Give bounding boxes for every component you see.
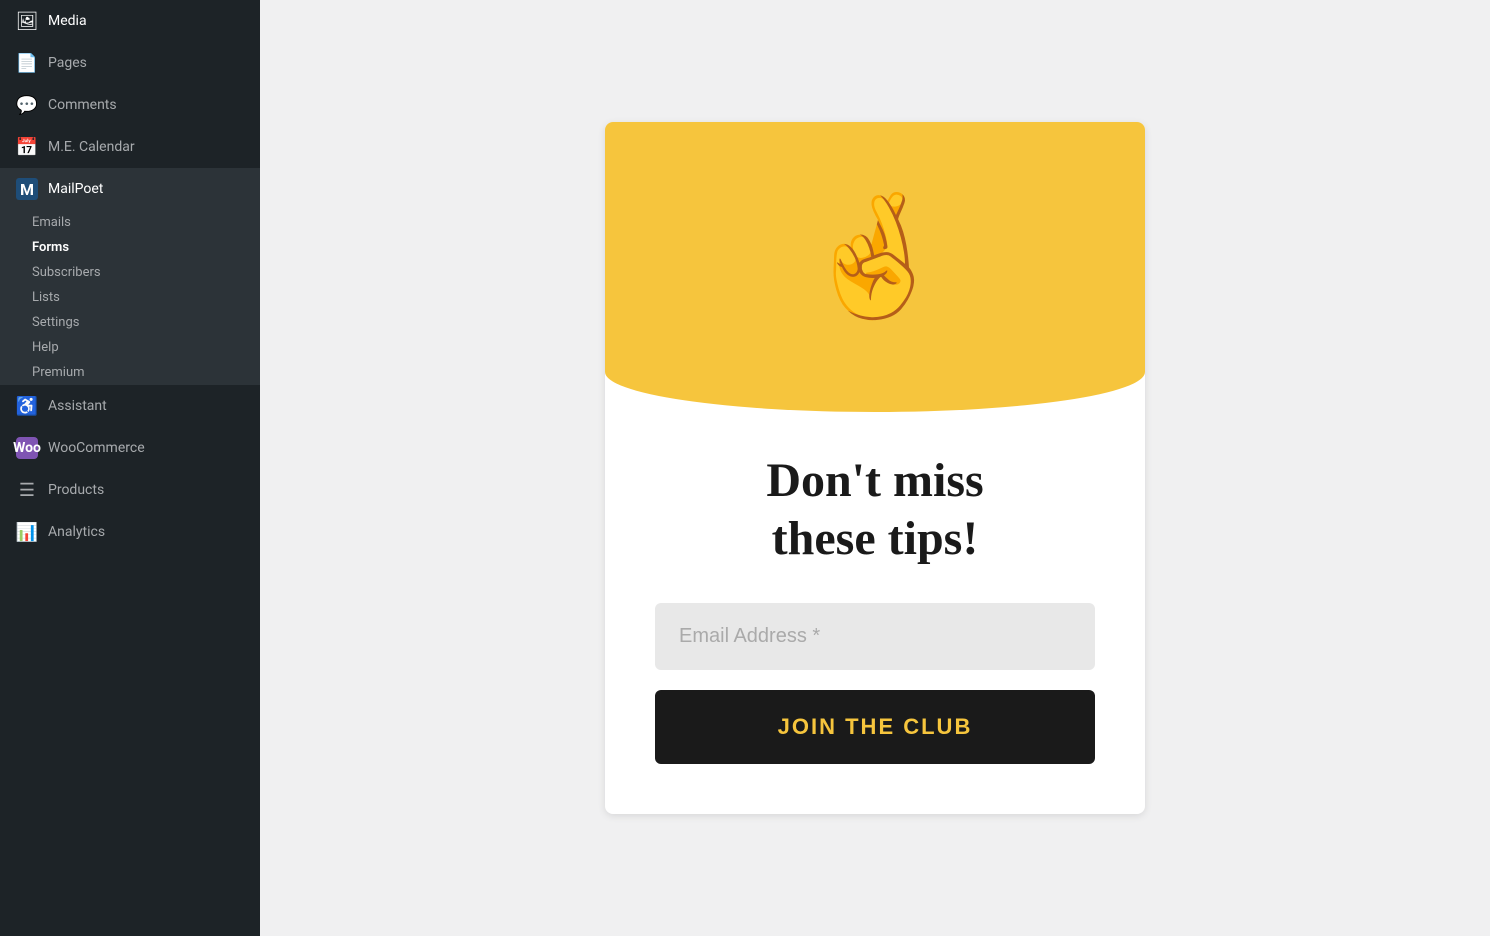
sidebar-item-label: Media [48, 13, 87, 29]
assistant-icon: ♿ [16, 395, 38, 417]
submenu-item-lists[interactable]: Lists [16, 285, 260, 310]
woocommerce-icon: Woo [16, 437, 38, 459]
submenu-item-forms[interactable]: Forms [16, 235, 260, 260]
form-heading-line1: Don't miss [766, 454, 983, 507]
form-heading: Don't miss these tips! [655, 452, 1095, 567]
sidebar-item-analytics[interactable]: 📊 Analytics [0, 511, 260, 553]
sidebar-item-media[interactable]: 🖼 Media [0, 0, 260, 42]
submenu-item-subscribers[interactable]: Subscribers [16, 260, 260, 285]
main-content: 🤞 Don't miss these tips! JOIN THE CLUB [260, 0, 1490, 936]
media-icon: 🖼 [16, 10, 38, 32]
submenu-item-settings[interactable]: Settings [16, 310, 260, 335]
sidebar-item-label: Assistant [48, 398, 107, 414]
submenu-item-premium[interactable]: Premium [16, 360, 260, 385]
sidebar-item-me-calendar[interactable]: 📅 M.E. Calendar [0, 126, 260, 168]
products-icon: ☰ [16, 479, 38, 501]
sidebar-item-products[interactable]: ☰ Products [0, 469, 260, 511]
form-image-area: 🤞 [605, 122, 1145, 412]
sidebar-item-assistant[interactable]: ♿ Assistant [0, 385, 260, 427]
sidebar-item-woocommerce[interactable]: Woo WooCommerce [0, 427, 260, 469]
mailpoet-icon: M [16, 178, 38, 200]
form-preview: 🤞 Don't miss these tips! JOIN THE CLUB [605, 122, 1145, 814]
sidebar-item-mailpoet[interactable]: M MailPoet [0, 168, 260, 210]
email-input[interactable] [655, 603, 1095, 670]
sidebar-item-label: Analytics [48, 524, 105, 540]
sidebar: 🖼 Media 📄 Pages 💬 Comments 📅 M.E. Calend… [0, 0, 260, 936]
analytics-icon: 📊 [16, 521, 38, 543]
crossed-fingers-emoji: 🤞 [800, 197, 949, 317]
pages-icon: 📄 [16, 52, 38, 74]
sidebar-item-label: Comments [48, 97, 117, 113]
join-button[interactable]: JOIN THE CLUB [655, 690, 1095, 764]
sidebar-item-comments[interactable]: 💬 Comments [0, 84, 260, 126]
form-body: Don't miss these tips! JOIN THE CLUB [605, 412, 1145, 814]
comments-icon: 💬 [16, 94, 38, 116]
sidebar-item-pages[interactable]: 📄 Pages [0, 42, 260, 84]
calendar-icon: 📅 [16, 136, 38, 158]
submenu-item-emails[interactable]: Emails [16, 210, 260, 235]
sidebar-item-label: WooCommerce [48, 440, 145, 456]
sidebar-item-label: M.E. Calendar [48, 139, 135, 155]
sidebar-item-label: MailPoet [48, 181, 103, 197]
form-heading-line2: these tips! [772, 512, 979, 565]
sidebar-item-label: Pages [48, 55, 87, 71]
sidebar-item-label: Products [48, 482, 104, 498]
mailpoet-submenu: Emails Forms Subscribers Lists Settings … [0, 210, 260, 385]
submenu-item-help[interactable]: Help [16, 335, 260, 360]
